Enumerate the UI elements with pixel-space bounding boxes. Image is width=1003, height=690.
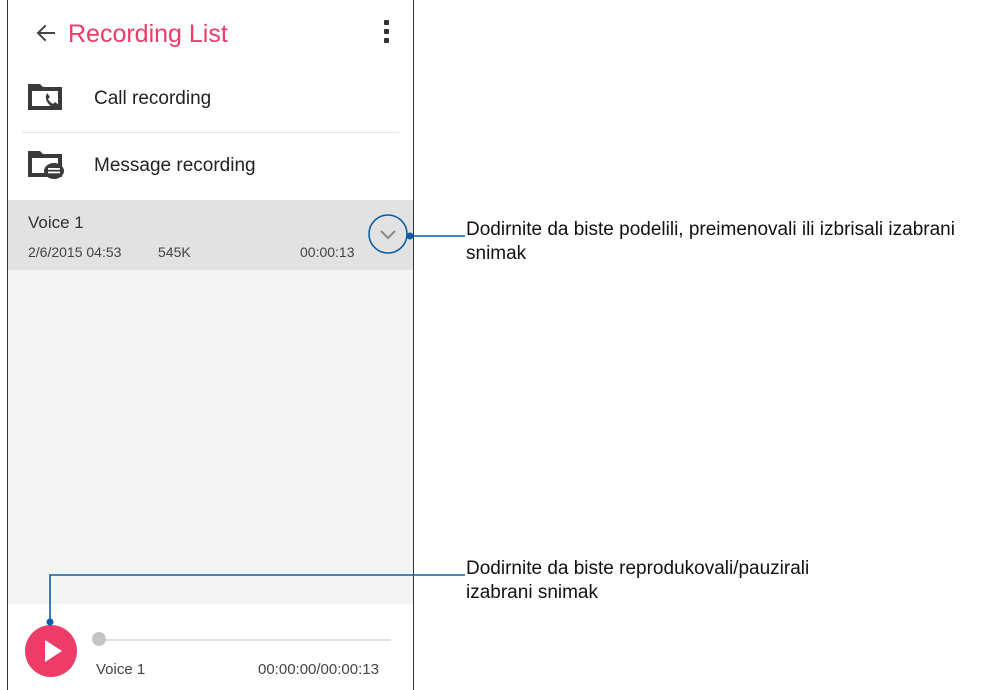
- folder-label: Message recording: [94, 155, 256, 176]
- more-vertical-icon[interactable]: [381, 20, 391, 48]
- recording-list: Voice 1 2/6/2015 04:53 545K 00:00:13: [8, 200, 413, 604]
- player-track-name: Voice 1: [96, 661, 146, 678]
- folder-message-recording[interactable]: Message recording: [8, 133, 413, 199]
- recording-date: 2/6/2015 04:53: [28, 244, 122, 260]
- phone-screen: Recording List Call recording Message re…: [7, 0, 414, 690]
- folder-call-recording[interactable]: Call recording: [8, 66, 413, 132]
- recording-name: Voice 1: [28, 213, 84, 232]
- chevron-down-icon[interactable]: [366, 212, 410, 256]
- recording-size: 545K: [158, 244, 191, 260]
- folder-call-icon: [26, 80, 66, 116]
- callout-play-line2: izabrani snimak: [466, 582, 598, 603]
- callout-play-text: Dodirnite da biste reprodukovali/pauzira…: [466, 557, 896, 605]
- progress-track[interactable]: [96, 639, 391, 641]
- callout-play-line1: Dodirnite da biste reprodukovali/pauzira…: [466, 558, 810, 579]
- recording-item[interactable]: Voice 1 2/6/2015 04:53 545K 00:00:13: [8, 200, 413, 270]
- page-title: Recording List: [68, 20, 228, 48]
- recording-duration: 00:00:13: [300, 244, 355, 260]
- app-bar: Recording List: [8, 0, 413, 68]
- play-icon[interactable]: [25, 625, 77, 677]
- audio-player: Voice 1 00:00:00/00:00:13: [8, 604, 413, 690]
- progress-thumb[interactable]: [92, 632, 106, 646]
- folder-message-icon: [26, 147, 66, 183]
- folder-label: Call recording: [94, 88, 212, 109]
- player-time: 00:00:00/00:00:13: [258, 661, 379, 678]
- callout-expand-text: Dodirnite da biste podelili, preimenoval…: [466, 219, 955, 264]
- arrow-left-icon[interactable]: [34, 15, 58, 51]
